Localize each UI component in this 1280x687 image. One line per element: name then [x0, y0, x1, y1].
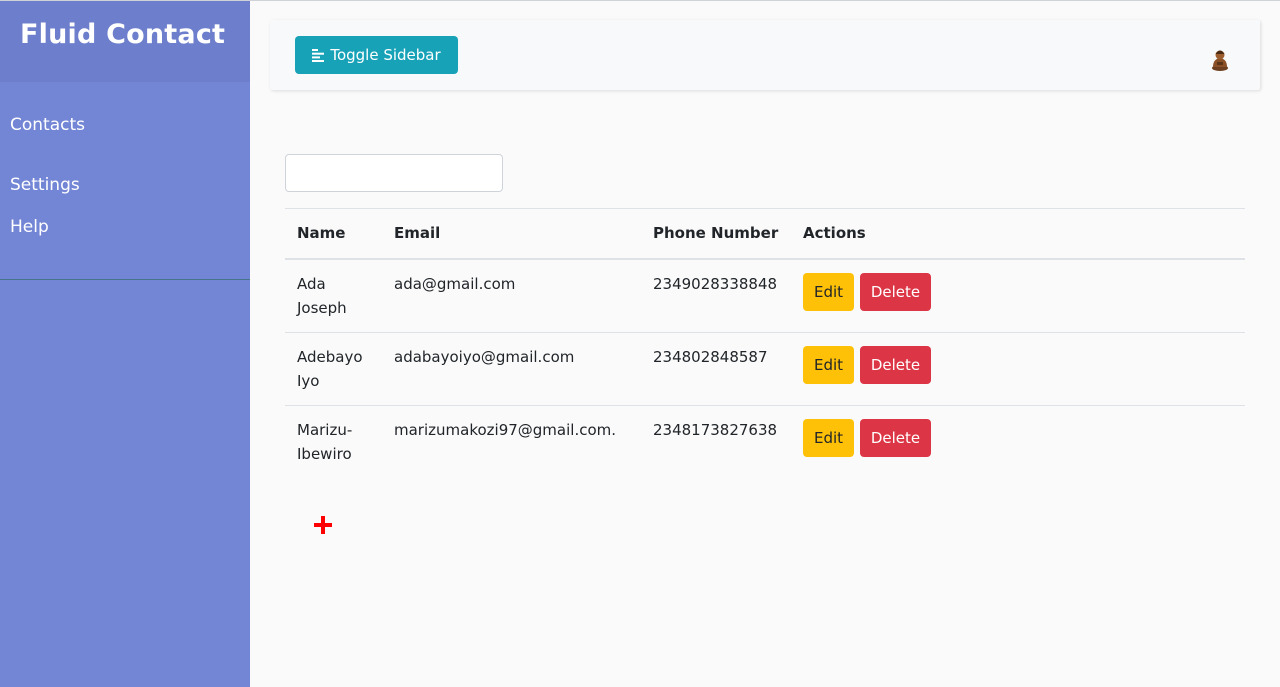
plus-icon[interactable]: [312, 514, 334, 536]
sidebar-item-contacts[interactable]: Contacts: [0, 107, 250, 143]
sidebar-menu: Contacts Settings Help: [0, 82, 250, 280]
main-content: Toggle Sidebar Name Email Phone Number A…: [250, 1, 1280, 687]
contacts-table: Name Email Phone Number Actions Ada Jose…: [285, 208, 1245, 478]
edit-button[interactable]: Edit: [803, 418, 855, 457]
table-header-row: Name Email Phone Number Actions: [285, 208, 1245, 260]
header-email: Email: [382, 208, 641, 260]
avatar-icon[interactable]: [1210, 47, 1230, 71]
table-row: Ada Joseph ada@gmail.com 2349028338848 E…: [285, 258, 1245, 333]
table-row: Marizu-Ibewiro marizumakozi97@gmail.com.…: [285, 405, 1245, 478]
cell-name: Adebayo Iyo: [285, 332, 382, 406]
delete-button[interactable]: Delete: [859, 272, 932, 311]
cell-actions: Edit Delete: [791, 332, 1245, 406]
toggle-sidebar-label: Toggle Sidebar: [330, 46, 441, 64]
cell-email: marizumakozi97@gmail.com.: [394, 420, 617, 439]
header-actions: Actions: [791, 208, 1245, 260]
sidebar-header: Fluid Contact: [0, 1, 250, 82]
edit-button[interactable]: Edit: [803, 345, 855, 384]
cell-phone: 2348173827638: [653, 420, 778, 439]
sidebar: Fluid Contact Contacts Settings Help: [0, 1, 250, 687]
edit-button[interactable]: Edit: [803, 272, 855, 311]
sidebar-item-help[interactable]: Help: [0, 209, 250, 245]
header-phone: Phone Number: [641, 208, 791, 260]
cell-email: ada@gmail.com: [382, 258, 641, 333]
cell-actions: Edit Delete: [791, 405, 1245, 478]
cell-phone: 2349028338848: [641, 258, 791, 333]
sidebar-item-settings[interactable]: Settings: [0, 167, 250, 203]
align-left-icon: [312, 48, 325, 62]
cell-name: Ada Joseph: [285, 258, 382, 333]
delete-button[interactable]: Delete: [859, 418, 932, 457]
toggle-sidebar-button[interactable]: Toggle Sidebar: [295, 36, 458, 74]
top-navbar: Toggle Sidebar: [270, 20, 1260, 90]
cell-phone: 234802848587: [641, 332, 791, 406]
cell-actions: Edit Delete: [791, 258, 1245, 333]
header-name: Name: [285, 208, 382, 260]
cell-name: Marizu-Ibewiro: [297, 420, 353, 463]
table-row: Adebayo Iyo adabayoiyo@gmail.com 2348028…: [285, 332, 1245, 406]
cell-email: adabayoiyo@gmail.com: [382, 332, 641, 406]
search-input[interactable]: [285, 154, 503, 192]
brand-title: Fluid Contact: [20, 19, 226, 50]
delete-button[interactable]: Delete: [859, 345, 932, 384]
